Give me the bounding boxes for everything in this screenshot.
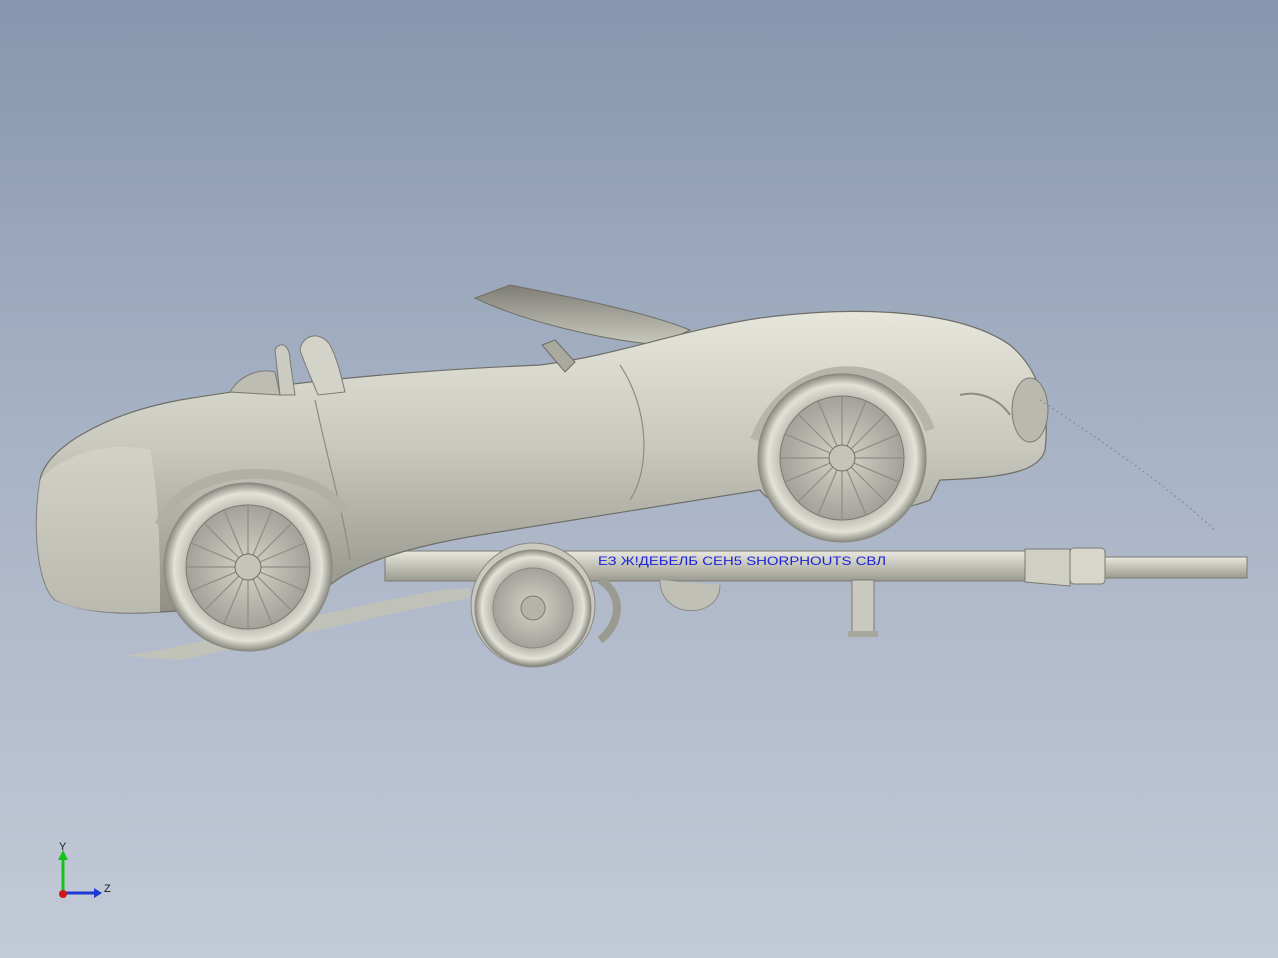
3d-viewport[interactable]: ЕЗ Ж!ДЕБЕЛБ СЕН5 SHORPHOUTS СВЛ Y Z	[0, 0, 1278, 958]
car-hood-open	[473, 284, 692, 346]
cad-model-scene[interactable]: ЕЗ Ж!ДЕБЕЛБ СЕН5 SHORPHOUTS СВЛ	[0, 0, 1278, 958]
overlapping-annotation-text: ЕЗ Ж!ДЕБЕЛБ СЕН5 SHORPHOUTS СВЛ	[598, 554, 886, 568]
car-grille	[1011, 377, 1049, 443]
car-wheel-front	[757, 373, 927, 543]
car-wheel-rear	[163, 482, 333, 652]
construction-line	[1039, 399, 1216, 531]
